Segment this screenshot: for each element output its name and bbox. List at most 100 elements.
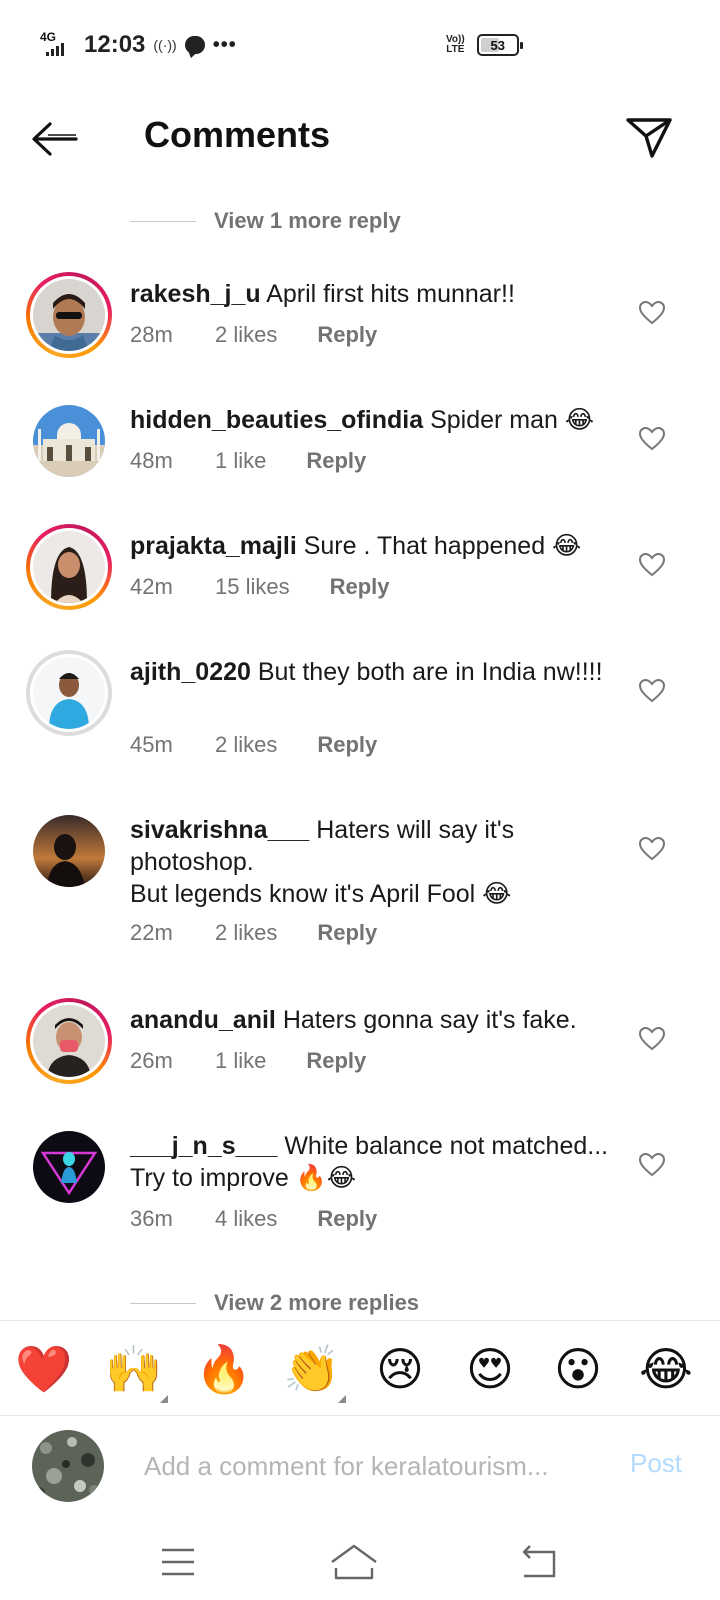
page-title: Comments xyxy=(144,114,331,155)
reply-button[interactable]: Reply xyxy=(317,322,377,348)
menu-icon xyxy=(162,1548,194,1576)
comment-username[interactable]: rakesh_j_u xyxy=(130,280,261,308)
comment-age: 45m xyxy=(130,732,173,757)
like-button[interactable] xyxy=(638,426,666,452)
avatar-container[interactable] xyxy=(26,1124,112,1210)
like-button[interactable] xyxy=(638,836,666,862)
network-type: 4G xyxy=(40,30,57,44)
comment-likes[interactable]: 4 likes xyxy=(215,1206,277,1232)
like-button[interactable] xyxy=(638,1026,666,1052)
comment-username[interactable]: hidden_beauties_ofindia xyxy=(130,406,423,434)
emoji-raised-hands-button[interactable]: 🙌 xyxy=(104,1341,164,1397)
current-user-avatar xyxy=(32,1430,104,1502)
reply-button[interactable]: Reply xyxy=(306,448,366,474)
emoji-clap-button[interactable]: 👏 xyxy=(282,1341,342,1397)
emoji-crying-button[interactable]: 😢 xyxy=(370,1341,430,1397)
more-notifications-icon: ••• xyxy=(212,33,237,56)
comment-text: anandu_anil Haters gonna say it's fake. xyxy=(130,1004,620,1036)
reply-button[interactable]: Reply xyxy=(330,574,390,600)
comment-age: 22m xyxy=(130,920,173,945)
comment-username[interactable]: prajakta_majli xyxy=(130,532,297,560)
comment-age: 48m xyxy=(130,448,173,473)
divider-line xyxy=(130,1302,196,1304)
comment-age: 26m xyxy=(130,1048,173,1073)
heart-icon xyxy=(638,1026,666,1051)
story-ring[interactable] xyxy=(26,272,112,358)
emoji-surprised-button[interactable]: 😮 xyxy=(548,1341,608,1397)
comment-text: rakesh_j_u April first hits munnar!! xyxy=(130,278,620,310)
comment-username[interactable]: anandu_anil xyxy=(130,1006,276,1034)
like-button[interactable] xyxy=(638,1152,666,1178)
heart-icon xyxy=(638,426,666,451)
avatar-container[interactable] xyxy=(26,808,112,894)
comment-likes[interactable]: 15 likes xyxy=(215,574,290,600)
heart-icon xyxy=(638,552,666,577)
share-button[interactable] xyxy=(622,110,678,166)
paper-plane-icon xyxy=(626,118,672,158)
story-ring[interactable] xyxy=(26,998,112,1084)
emoji-fire-button[interactable]: 🔥 xyxy=(194,1341,254,1397)
comment-age: 28m xyxy=(130,322,173,347)
reply-button[interactable]: Reply xyxy=(317,920,377,946)
chat-notification-icon xyxy=(184,36,205,54)
comment-username[interactable]: ajith_0220 xyxy=(130,658,251,686)
home-icon xyxy=(331,1544,377,1580)
battery-icon: 53 xyxy=(476,34,523,56)
back-button[interactable] xyxy=(28,114,84,164)
comment-meta: 22m 2 likes Reply xyxy=(130,920,377,946)
comment-username[interactable]: sivakrishna___ xyxy=(130,816,309,844)
avatar xyxy=(33,1005,105,1077)
comment-likes[interactable]: 2 likes xyxy=(215,732,277,758)
comment-likes[interactable]: 2 likes xyxy=(215,322,277,348)
view-more-label: View 2 more replies xyxy=(214,1290,420,1315)
back-nav-button[interactable] xyxy=(510,1540,570,1584)
comment-meta: 28m 2 likes Reply xyxy=(130,322,377,348)
comment-text: ajith_0220 But they both are in India nw… xyxy=(130,656,620,688)
heart-icon xyxy=(638,1152,666,1177)
comment-meta: 36m 4 likes Reply xyxy=(130,1206,377,1232)
view-more-replies-bottom[interactable]: View 2 more replies xyxy=(130,1290,419,1316)
comment-input[interactable] xyxy=(144,1444,594,1488)
avatar xyxy=(33,531,105,603)
post-button[interactable]: Post xyxy=(630,1448,682,1479)
avatar xyxy=(33,815,105,887)
status-bar: 4G 12:03 ((·)) ••• Vo)) LTE 53 xyxy=(0,0,720,92)
avatar xyxy=(33,279,105,351)
comment-message: Sure . That happened 😂 xyxy=(303,532,582,560)
comment-text: prajakta_majli Sure . That happened 😂 xyxy=(130,530,620,562)
reply-button[interactable]: Reply xyxy=(317,1206,377,1232)
comment-age: 42m xyxy=(130,574,173,599)
comment-message: Haters gonna say it's fake. xyxy=(282,1006,577,1034)
menu-button[interactable] xyxy=(148,1540,208,1584)
home-button[interactable] xyxy=(324,1540,384,1584)
like-button[interactable] xyxy=(638,300,666,326)
return-icon xyxy=(522,1545,556,1578)
system-nav-bar xyxy=(0,1530,720,1600)
comment-likes[interactable]: 2 likes xyxy=(215,920,277,946)
emoji-heart-button[interactable]: ❤️ xyxy=(14,1341,74,1397)
comment-age: 36m xyxy=(130,1206,173,1231)
comment-message: But they both are in India nw!!!! xyxy=(257,658,603,686)
view-more-replies-top[interactable]: View 1 more reply xyxy=(130,208,401,234)
comment-meta: 48m 1 like Reply xyxy=(130,448,366,474)
avatar xyxy=(33,657,105,729)
like-button[interactable] xyxy=(638,552,666,578)
avatar-container[interactable] xyxy=(26,650,112,736)
clock: 12:03 xyxy=(84,31,146,58)
like-button[interactable] xyxy=(638,678,666,704)
reply-button[interactable]: Reply xyxy=(306,1048,366,1074)
view-more-label: View 1 more reply xyxy=(214,208,401,233)
emoji-laughing-button[interactable]: 😂 xyxy=(636,1341,696,1397)
avatar-container[interactable] xyxy=(26,398,112,484)
comment-username[interactable]: ___j_n_s___ xyxy=(130,1132,277,1160)
comment-meta: 45m 2 likes Reply xyxy=(130,732,377,758)
comment-likes[interactable]: 1 like xyxy=(215,1048,266,1074)
divider-line xyxy=(130,220,196,222)
reply-button[interactable]: Reply xyxy=(317,732,377,758)
story-ring[interactable] xyxy=(26,524,112,610)
emoji-heart-eyes-button[interactable]: 😍 xyxy=(460,1341,520,1397)
skin-tone-indicator xyxy=(338,1395,346,1403)
comment-likes[interactable]: 1 like xyxy=(215,448,266,474)
quick-emoji-bar: ❤️ 🙌 🔥 👏 😢 😍 😮 😂 xyxy=(0,1320,720,1416)
skin-tone-indicator xyxy=(160,1395,168,1403)
